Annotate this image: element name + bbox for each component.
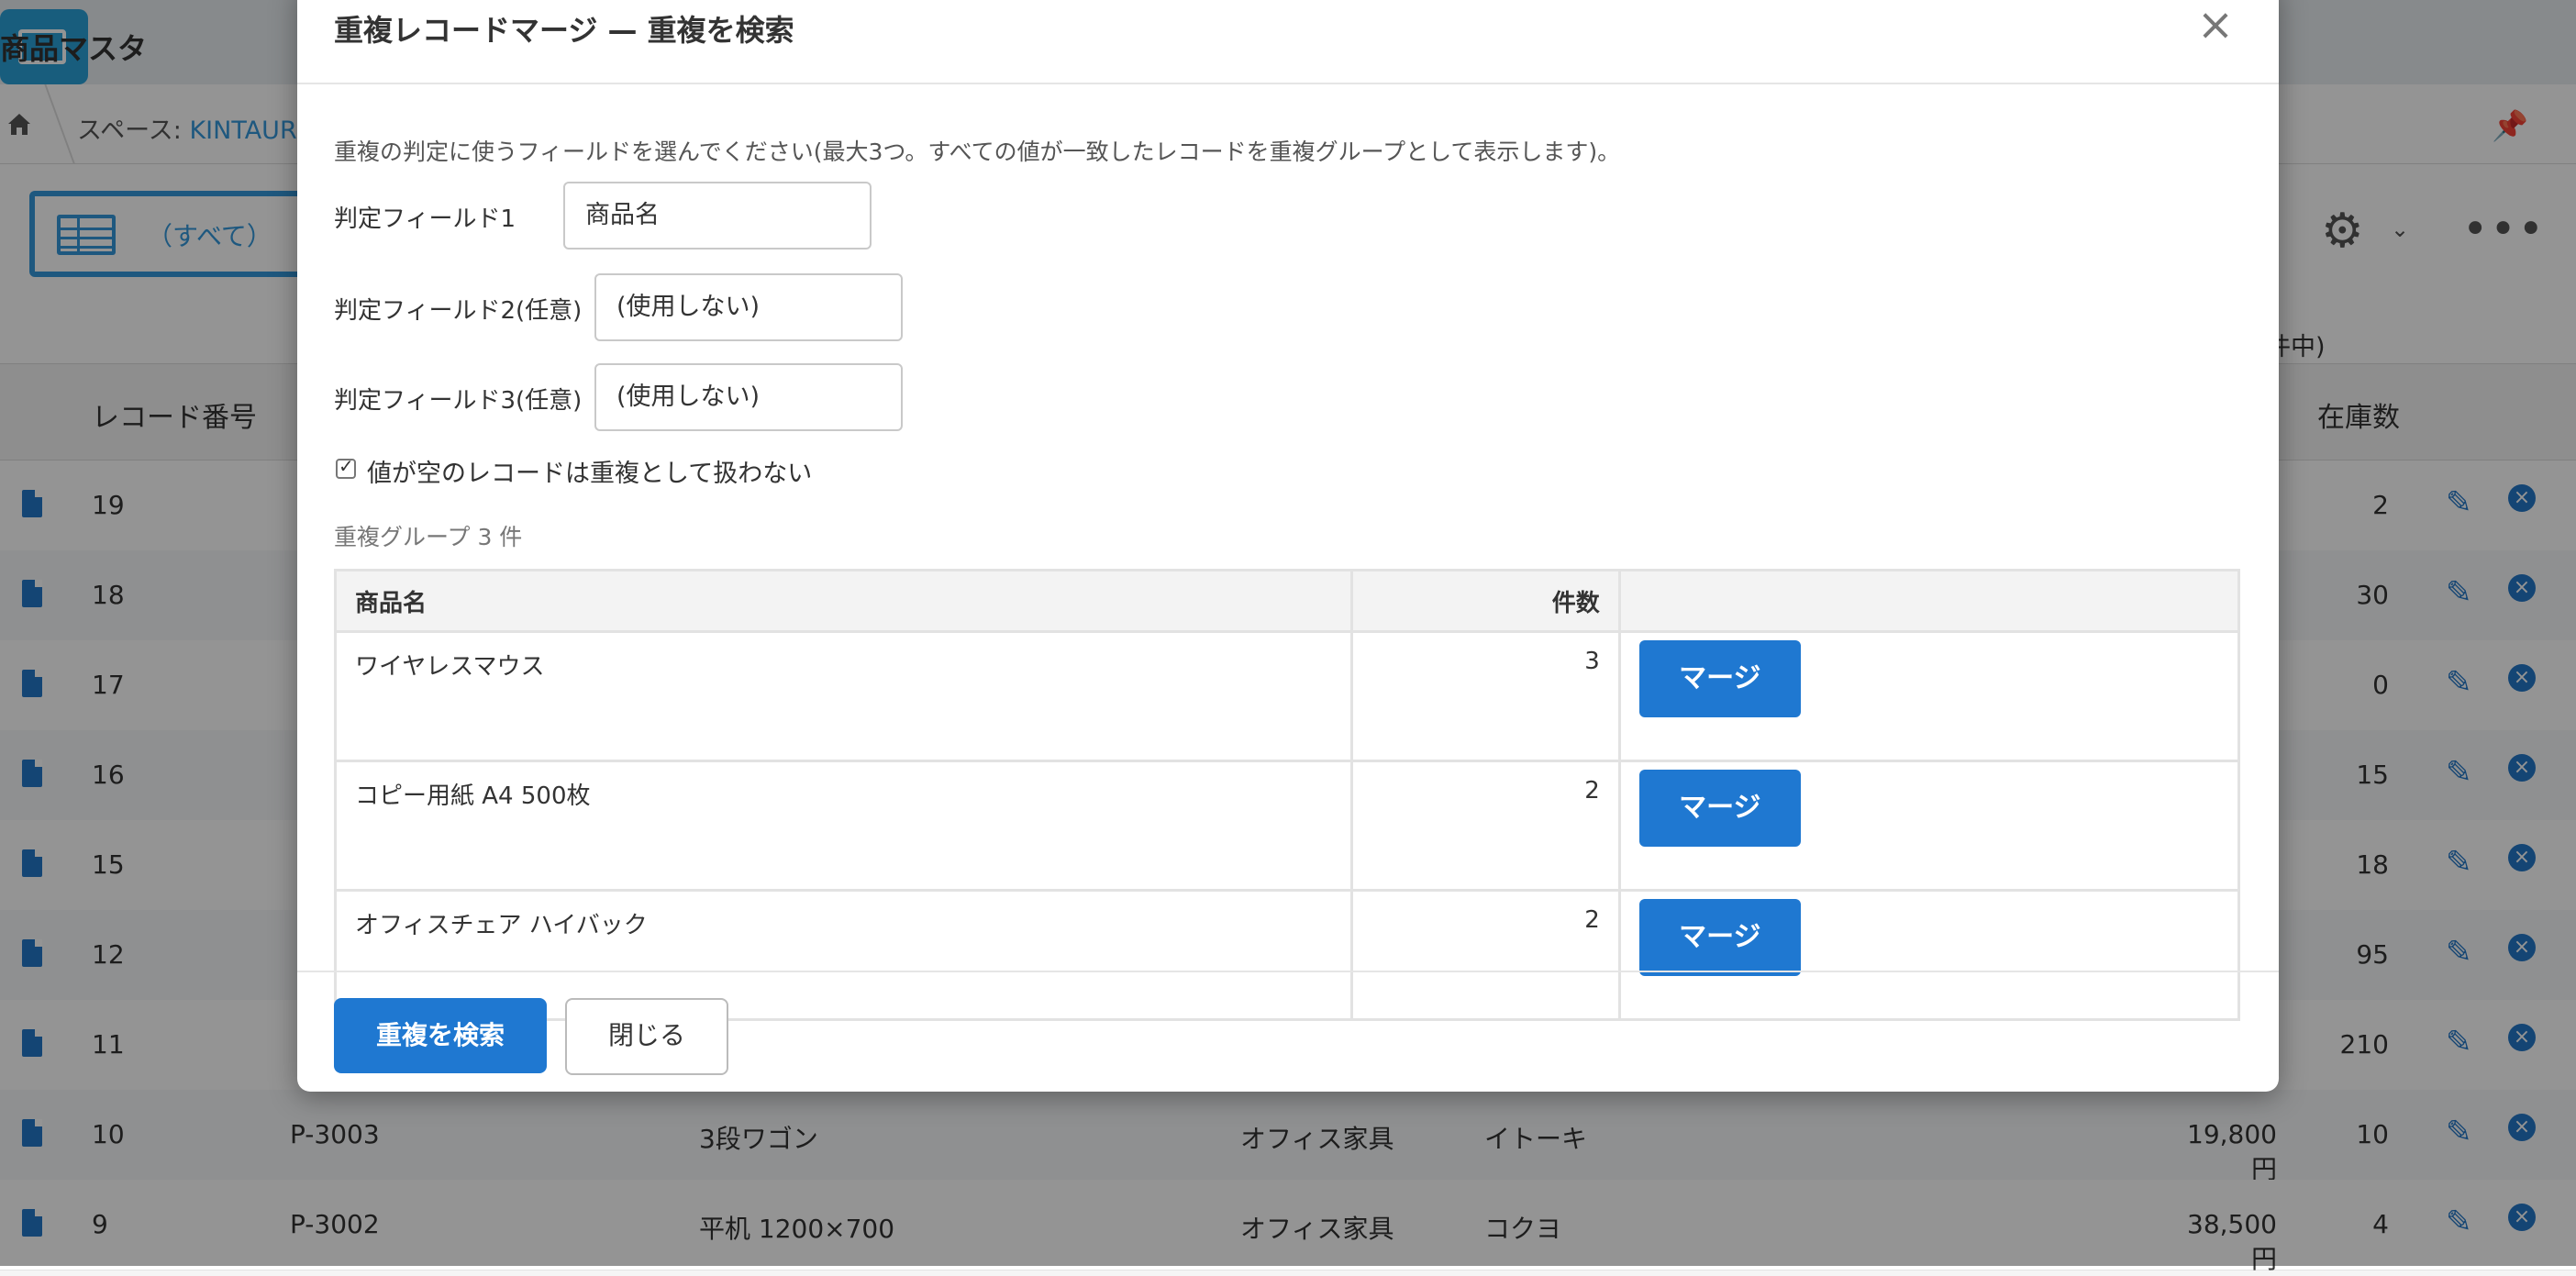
field3-select[interactable]: (使用しない) bbox=[594, 363, 903, 431]
group-name: コピー用紙 A4 500枚 bbox=[333, 760, 1354, 892]
group-action-cell: マージ bbox=[1617, 760, 2241, 892]
merge-button[interactable]: マージ bbox=[1638, 640, 1801, 717]
close-icon[interactable]: × bbox=[2193, 2, 2238, 48]
group-name: ワイヤレスマウス bbox=[333, 630, 1354, 762]
column-header-product-name: 商品名 bbox=[333, 569, 1354, 633]
dialog-description: 重複の判定に使うフィールドを選んでください(最大3つ。すべての値が一致したレコー… bbox=[334, 139, 1621, 165]
table-row: ワイヤレスマウス 3 マージ bbox=[333, 630, 2241, 762]
table-row: コピー用紙 A4 500枚 2 マージ bbox=[333, 760, 2241, 892]
field1-label: 判定フィールド1 bbox=[334, 205, 516, 233]
search-duplicates-button[interactable]: 重複を検索 bbox=[334, 998, 547, 1073]
table-header-row: 商品名 件数 bbox=[333, 569, 2241, 633]
duplicate-groups-table: 商品名 件数 ワイヤレスマウス 3 マージ コピー用紙 A4 500枚 2 マー… bbox=[333, 569, 2241, 1021]
dialog-footer: 重複を検索 閉じる bbox=[297, 971, 2279, 1092]
merge-button[interactable]: マージ bbox=[1638, 770, 1801, 847]
dialog-header: 重複レコードマージ — 重複を検索 × bbox=[297, 0, 2279, 84]
column-header-action bbox=[1617, 569, 2241, 633]
merge-button[interactable]: マージ bbox=[1638, 899, 1801, 976]
column-header-count: 件数 bbox=[1350, 569, 1621, 633]
skip-empty-checkbox[interactable] bbox=[336, 455, 356, 479]
duplicate-merge-dialog: 重複レコードマージ — 重複を検索 × 重複の判定に使うフィールドを選んでくださ… bbox=[297, 0, 2279, 1092]
group-count: 3 bbox=[1350, 630, 1621, 762]
skip-empty-label[interactable]: 値が空のレコードは重複として扱わない bbox=[367, 453, 812, 489]
duplicate-groups-title: 重複グループ 3 件 bbox=[334, 524, 523, 550]
field3-label: 判定フィールド3(任意) bbox=[334, 387, 583, 415]
field1-select[interactable]: 商品名 bbox=[563, 182, 872, 250]
close-button[interactable]: 閉じる bbox=[565, 998, 728, 1075]
field2-select[interactable]: (使用しない) bbox=[594, 273, 903, 341]
group-count: 2 bbox=[1350, 760, 1621, 892]
field2-label: 判定フィールド2(任意) bbox=[334, 297, 583, 325]
group-action-cell: マージ bbox=[1617, 630, 2241, 762]
dialog-title: 重複レコードマージ — 重複を検索 bbox=[334, 13, 794, 48]
